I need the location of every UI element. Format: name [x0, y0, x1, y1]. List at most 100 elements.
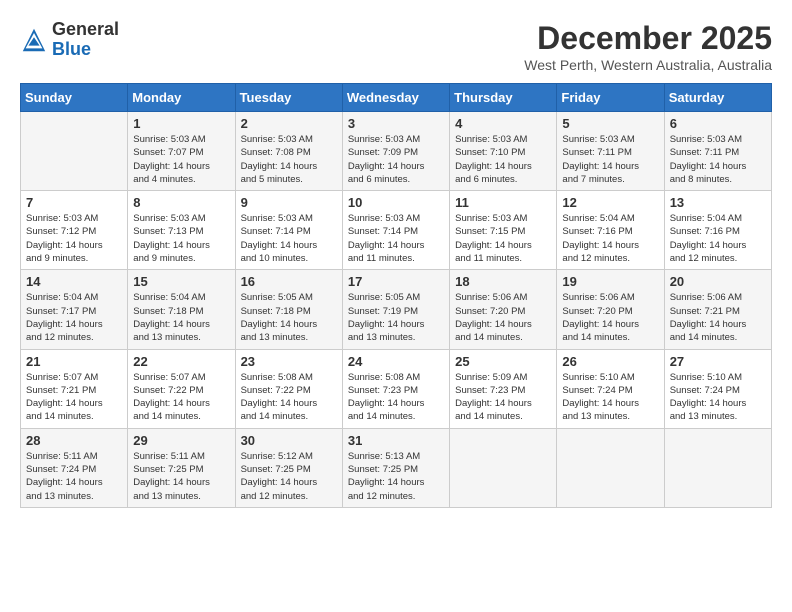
day-info: Sunrise: 5:08 AM Sunset: 7:23 PM Dayligh… [348, 371, 444, 424]
day-info: Sunrise: 5:10 AM Sunset: 7:24 PM Dayligh… [562, 371, 658, 424]
day-number: 25 [455, 354, 551, 369]
day-number: 4 [455, 116, 551, 131]
calendar-day-cell: 3 Sunrise: 5:03 AM Sunset: 7:09 PM Daylig… [342, 112, 449, 191]
day-number: 6 [670, 116, 766, 131]
calendar-week-row: 21 Sunrise: 5:07 AM Sunset: 7:21 PM Dayli… [21, 349, 772, 428]
day-number: 1 [133, 116, 229, 131]
calendar-day-cell: 16 Sunrise: 5:05 AM Sunset: 7:18 PM Dayli… [235, 270, 342, 349]
calendar-day-cell: 25 Sunrise: 5:09 AM Sunset: 7:23 PM Dayli… [450, 349, 557, 428]
day-info: Sunrise: 5:11 AM Sunset: 7:24 PM Dayligh… [26, 450, 122, 503]
calendar-week-row: 7 Sunrise: 5:03 AM Sunset: 7:12 PM Daylig… [21, 191, 772, 270]
day-number: 22 [133, 354, 229, 369]
day-info: Sunrise: 5:03 AM Sunset: 7:12 PM Dayligh… [26, 212, 122, 265]
calendar-day-cell: 14Sunrise: 5:04 AM Sunset: 7:17 PM Dayli… [21, 270, 128, 349]
day-info: Sunrise: 5:04 AM Sunset: 7:16 PM Dayligh… [562, 212, 658, 265]
title-area: December 2025 West Perth, Western Austra… [524, 20, 772, 73]
calendar-day-cell: 27 Sunrise: 5:10 AM Sunset: 7:24 PM Dayli… [664, 349, 771, 428]
day-info: Sunrise: 5:12 AM Sunset: 7:25 PM Dayligh… [241, 450, 337, 503]
day-number: 26 [562, 354, 658, 369]
day-number: 19 [562, 274, 658, 289]
day-number: 24 [348, 354, 444, 369]
day-info: Sunrise: 5:03 AM Sunset: 7:09 PM Dayligh… [348, 133, 444, 186]
day-number: 5 [562, 116, 658, 131]
day-info: Sunrise: 5:09 AM Sunset: 7:23 PM Dayligh… [455, 371, 551, 424]
day-number: 20 [670, 274, 766, 289]
day-number: 23 [241, 354, 337, 369]
day-number: 15 [133, 274, 229, 289]
day-number: 31 [348, 433, 444, 448]
day-info: Sunrise: 5:03 AM Sunset: 7:08 PM Dayligh… [241, 133, 337, 186]
calendar-day-cell: 4 Sunrise: 5:03 AM Sunset: 7:10 PM Daylig… [450, 112, 557, 191]
day-number: 8 [133, 195, 229, 210]
weekday-header-cell: Monday [128, 84, 235, 112]
day-number: 21 [26, 354, 122, 369]
calendar-day-cell [450, 428, 557, 507]
weekday-header-cell: Wednesday [342, 84, 449, 112]
calendar-day-cell: 17Sunrise: 5:05 AM Sunset: 7:19 PM Dayli… [342, 270, 449, 349]
calendar-day-cell: 26 Sunrise: 5:10 AM Sunset: 7:24 PM Dayli… [557, 349, 664, 428]
day-info: Sunrise: 5:11 AM Sunset: 7:25 PM Dayligh… [133, 450, 229, 503]
month-title: December 2025 [524, 20, 772, 57]
calendar-day-cell: 7 Sunrise: 5:03 AM Sunset: 7:12 PM Daylig… [21, 191, 128, 270]
day-info: Sunrise: 5:10 AM Sunset: 7:24 PM Dayligh… [670, 371, 766, 424]
calendar-week-row: 14Sunrise: 5:04 AM Sunset: 7:17 PM Dayli… [21, 270, 772, 349]
day-info: Sunrise: 5:06 AM Sunset: 7:20 PM Dayligh… [562, 291, 658, 344]
calendar-day-cell: 12 Sunrise: 5:04 AM Sunset: 7:16 PM Dayli… [557, 191, 664, 270]
day-info: Sunrise: 5:08 AM Sunset: 7:22 PM Dayligh… [241, 371, 337, 424]
calendar-day-cell: 24 Sunrise: 5:08 AM Sunset: 7:23 PM Dayli… [342, 349, 449, 428]
weekday-header-row: SundayMondayTuesdayWednesdayThursdayFrid… [21, 84, 772, 112]
day-info: Sunrise: 5:05 AM Sunset: 7:18 PM Dayligh… [241, 291, 337, 344]
day-info: Sunrise: 5:07 AM Sunset: 7:22 PM Dayligh… [133, 371, 229, 424]
calendar-day-cell: 23 Sunrise: 5:08 AM Sunset: 7:22 PM Dayli… [235, 349, 342, 428]
calendar-day-cell: 1Sunrise: 5:03 AM Sunset: 7:07 PM Daylig… [128, 112, 235, 191]
weekday-header-cell: Thursday [450, 84, 557, 112]
logo-text: General Blue [52, 20, 119, 60]
day-number: 14 [26, 274, 122, 289]
calendar-day-cell: 11 Sunrise: 5:03 AM Sunset: 7:15 PM Dayli… [450, 191, 557, 270]
day-number: 30 [241, 433, 337, 448]
day-number: 3 [348, 116, 444, 131]
calendar-day-cell: 10Sunrise: 5:03 AM Sunset: 7:14 PM Dayli… [342, 191, 449, 270]
calendar-day-cell: 29 Sunrise: 5:11 AM Sunset: 7:25 PM Dayli… [128, 428, 235, 507]
day-info: Sunrise: 5:03 AM Sunset: 7:10 PM Dayligh… [455, 133, 551, 186]
day-info: Sunrise: 5:07 AM Sunset: 7:21 PM Dayligh… [26, 371, 122, 424]
calendar-day-cell: 6Sunrise: 5:03 AM Sunset: 7:11 PM Daylig… [664, 112, 771, 191]
day-info: Sunrise: 5:03 AM Sunset: 7:14 PM Dayligh… [241, 212, 337, 265]
day-number: 18 [455, 274, 551, 289]
day-info: Sunrise: 5:04 AM Sunset: 7:16 PM Dayligh… [670, 212, 766, 265]
day-number: 16 [241, 274, 337, 289]
weekday-header-cell: Sunday [21, 84, 128, 112]
calendar-week-row: 28 Sunrise: 5:11 AM Sunset: 7:24 PM Dayli… [21, 428, 772, 507]
calendar-day-cell: 13 Sunrise: 5:04 AM Sunset: 7:16 PM Dayli… [664, 191, 771, 270]
day-info: Sunrise: 5:03 AM Sunset: 7:15 PM Dayligh… [455, 212, 551, 265]
logo-icon [20, 26, 48, 54]
calendar-day-cell: 28 Sunrise: 5:11 AM Sunset: 7:24 PM Dayli… [21, 428, 128, 507]
day-number: 11 [455, 195, 551, 210]
day-number: 7 [26, 195, 122, 210]
calendar-day-cell [557, 428, 664, 507]
day-number: 29 [133, 433, 229, 448]
calendar-day-cell: 31Sunrise: 5:13 AM Sunset: 7:25 PM Dayli… [342, 428, 449, 507]
calendar-day-cell: 9 Sunrise: 5:03 AM Sunset: 7:14 PM Daylig… [235, 191, 342, 270]
calendar-day-cell [664, 428, 771, 507]
calendar-day-cell: 21 Sunrise: 5:07 AM Sunset: 7:21 PM Dayli… [21, 349, 128, 428]
calendar-day-cell: 20 Sunrise: 5:06 AM Sunset: 7:21 PM Dayli… [664, 270, 771, 349]
day-number: 12 [562, 195, 658, 210]
day-number: 9 [241, 195, 337, 210]
page-header: General Blue December 2025 West Perth, W… [20, 20, 772, 73]
day-info: Sunrise: 5:06 AM Sunset: 7:20 PM Dayligh… [455, 291, 551, 344]
calendar-day-cell [21, 112, 128, 191]
day-number: 17 [348, 274, 444, 289]
day-number: 2 [241, 116, 337, 131]
day-number: 27 [670, 354, 766, 369]
calendar-day-cell: 15Sunrise: 5:04 AM Sunset: 7:18 PM Dayli… [128, 270, 235, 349]
day-number: 10 [348, 195, 444, 210]
calendar-day-cell: 19 Sunrise: 5:06 AM Sunset: 7:20 PM Dayli… [557, 270, 664, 349]
weekday-header-cell: Friday [557, 84, 664, 112]
calendar-day-cell: 8Sunrise: 5:03 AM Sunset: 7:13 PM Daylig… [128, 191, 235, 270]
weekday-header-cell: Saturday [664, 84, 771, 112]
day-number: 13 [670, 195, 766, 210]
day-info: Sunrise: 5:06 AM Sunset: 7:21 PM Dayligh… [670, 291, 766, 344]
calendar-day-cell: 2 Sunrise: 5:03 AM Sunset: 7:08 PM Daylig… [235, 112, 342, 191]
day-number: 28 [26, 433, 122, 448]
